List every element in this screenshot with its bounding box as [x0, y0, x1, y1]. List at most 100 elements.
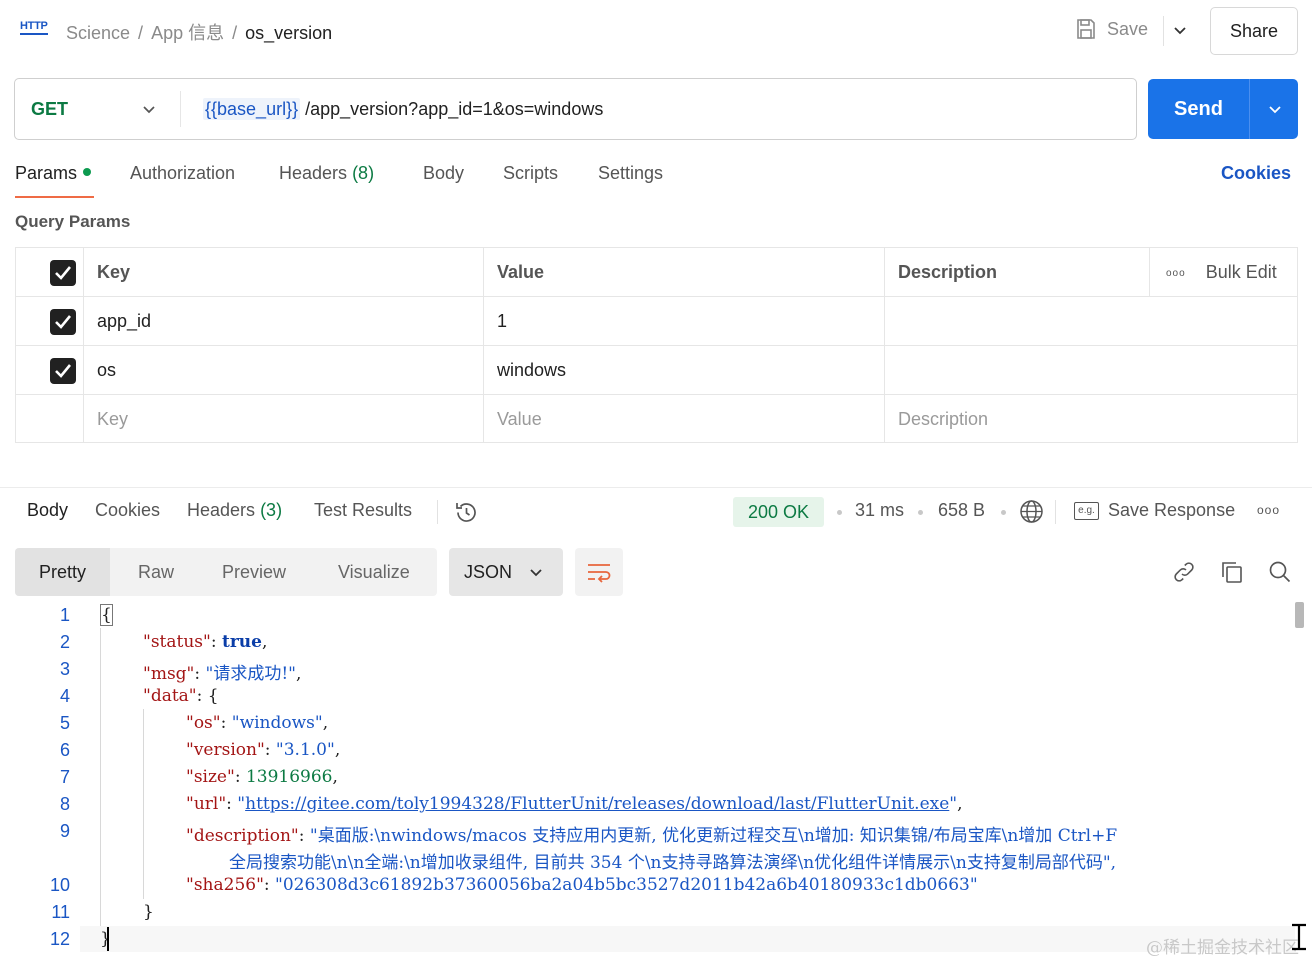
code-line: } [100, 929, 111, 949]
response-body-code[interactable]: 1 2 3 4 5 6 7 8 9 10 11 12 { "status": t… [0, 602, 1295, 961]
param-key-cell[interactable]: os [83, 346, 483, 394]
code-line: "sha256": "026308d3c61892b37360056ba2a04… [186, 875, 978, 895]
tab-body[interactable]: Body [423, 163, 464, 184]
view-pretty[interactable]: Pretty [15, 548, 111, 596]
top-bar: HTTP Science / App 信息 / os_version Save Shar… [0, 0, 1312, 64]
response-tab-test-results[interactable]: Test Results [314, 500, 412, 521]
cookies-link[interactable]: Cookies [1221, 163, 1291, 184]
select-all-checkbox[interactable] [50, 260, 76, 286]
table-row: os windows [16, 346, 1297, 395]
url-link[interactable]: https://gitee.com/toly1994328/FlutterUni… [245, 794, 949, 814]
tab-settings[interactable]: Settings [598, 163, 663, 184]
view-visualize[interactable]: Visualize [338, 548, 410, 596]
indent-guide [143, 709, 144, 899]
send-button[interactable]: Send [1148, 79, 1249, 139]
tab-scripts[interactable]: Scripts [503, 163, 558, 184]
code-line: "status": true, [143, 632, 268, 652]
wrap-lines-button[interactable] [575, 548, 623, 596]
more-options-icon[interactable]: ooo [1166, 268, 1186, 279]
separator-dot [1001, 510, 1006, 515]
indent-guide [100, 628, 101, 926]
tab-headers-label: Headers [279, 163, 348, 183]
send-options-button[interactable] [1249, 79, 1298, 139]
view-preview[interactable]: Preview [222, 548, 286, 596]
response-tab-headers[interactable]: Headers (3) [187, 500, 282, 521]
line-number: 4 [59, 686, 70, 706]
tab-params[interactable]: Params [15, 163, 92, 184]
new-key-input[interactable]: Key [83, 395, 483, 442]
code-line: "url": "https://gitee.com/toly1994328/Fl… [186, 794, 963, 814]
response-tab-body[interactable]: Body [27, 500, 68, 521]
share-button[interactable]: Share [1210, 7, 1298, 55]
breadcrumb: Science / App 信息 / os_version [66, 23, 333, 43]
code-line: "description": "桌面版:\nwindows/macos 支持应用… [186, 826, 1118, 846]
save-button[interactable]: Save [1075, 18, 1148, 40]
line-number: 10 [49, 875, 70, 895]
code-line: "os": "windows", [186, 713, 329, 733]
divider [1163, 16, 1164, 46]
tab-authorization[interactable]: Authorization [130, 163, 235, 184]
current-line-highlight [80, 926, 1295, 952]
copy-icon[interactable] [1220, 560, 1244, 584]
link-icon[interactable] [1172, 560, 1196, 584]
params-active-dot [83, 168, 92, 177]
code-line-wrapped: 全局搜索功能\n\n全端:\n增加收录组件, 目前共 354 个\n支持寻路算法… [229, 853, 1117, 873]
wrap-lines-icon [588, 564, 611, 583]
url-path: /app_version?app_id=1&os=windows [305, 99, 604, 119]
line-number: 1 [59, 605, 70, 625]
response-tab-cookies[interactable]: Cookies [95, 500, 160, 521]
request-tabs: Params Authorization Headers (8) Body Sc… [15, 163, 1305, 203]
method-select[interactable]: GET [31, 99, 68, 120]
response-size[interactable]: 658 B [938, 500, 985, 521]
watermark: @稀土掘金技术社区 [1146, 938, 1299, 958]
check-icon [55, 266, 72, 280]
new-description-input[interactable]: Description [884, 395, 1299, 442]
breadcrumb-folder[interactable]: App 信息 [151, 23, 224, 43]
query-params-table: Key Value Description ooo Bulk Edit app_i… [15, 247, 1298, 443]
url-input[interactable]: {{base_url}} /app_version?app_id=1&os=wi… [203, 98, 604, 120]
more-options-icon[interactable]: ooo [1257, 503, 1280, 517]
tab-headers[interactable]: Headers (8) [279, 163, 374, 184]
format-label: JSON [464, 562, 513, 582]
history-icon[interactable] [454, 500, 479, 525]
param-description-cell[interactable] [884, 297, 1299, 345]
globe-icon[interactable] [1019, 499, 1044, 524]
save-example-icon: e.g. [1074, 502, 1099, 520]
line-number: 3 [59, 659, 70, 679]
view-mode-switcher: Pretty Raw Preview Visualize [15, 548, 437, 596]
ibeam-cursor-icon [1292, 923, 1306, 951]
save-response-button[interactable]: Save Response [1108, 500, 1235, 521]
row-checkbox-cell [16, 297, 83, 345]
line-number: 6 [59, 740, 70, 760]
url-variable[interactable]: {{base_url}} [203, 98, 301, 120]
query-params-title: Query Params [15, 212, 131, 231]
new-value-input[interactable]: Value [483, 395, 884, 442]
response-headers-count: (3) [260, 500, 283, 520]
matched-brace: { [100, 604, 113, 626]
param-key-cell[interactable]: app_id [83, 297, 483, 345]
breadcrumb-collection[interactable]: Science [66, 23, 130, 43]
breadcrumb-request-name[interactable]: os_version [245, 23, 332, 43]
format-select[interactable]: JSON [449, 548, 563, 596]
status-badge[interactable]: 200 OK [733, 497, 824, 527]
headers-count: (8) [352, 163, 375, 183]
search-icon[interactable] [1268, 560, 1292, 584]
param-value-cell[interactable]: 1 [483, 297, 884, 345]
response-headers-label: Headers [187, 500, 256, 520]
code-line: { [100, 604, 113, 626]
code-line: "msg": "请求成功!", [143, 664, 302, 684]
save-icon [1077, 19, 1095, 39]
chevron-down-icon[interactable] [142, 102, 156, 116]
bulk-edit-button[interactable]: Bulk Edit [1206, 262, 1277, 282]
response-time[interactable]: 31 ms [855, 500, 904, 521]
row-checkbox[interactable] [50, 358, 76, 384]
view-raw[interactable]: Raw [138, 548, 174, 596]
table-row: app_id 1 [16, 297, 1297, 346]
param-value-cell[interactable]: windows [483, 346, 884, 394]
param-description-cell[interactable] [884, 346, 1299, 394]
select-all-cell [16, 248, 83, 296]
scrollbar[interactable] [1295, 602, 1304, 628]
row-checkbox[interactable] [50, 309, 76, 335]
response-divider [0, 487, 1312, 488]
save-options-chevron-icon[interactable] [1172, 22, 1188, 38]
